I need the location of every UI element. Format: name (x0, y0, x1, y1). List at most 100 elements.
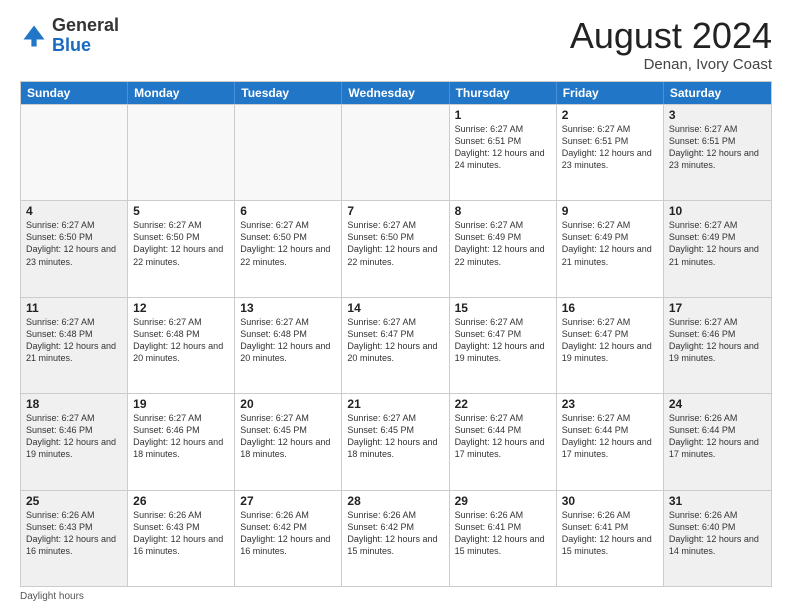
cell-content: Sunrise: 6:27 AM Sunset: 6:47 PM Dayligh… (347, 316, 443, 365)
day-cell-18: 18Sunrise: 6:27 AM Sunset: 6:46 PM Dayli… (21, 394, 128, 489)
day-cell-25: 25Sunrise: 6:26 AM Sunset: 6:43 PM Dayli… (21, 491, 128, 586)
daylight-label: Daylight hours (20, 591, 84, 602)
day-number: 10 (669, 204, 766, 218)
cell-content: Sunrise: 6:27 AM Sunset: 6:46 PM Dayligh… (669, 316, 766, 365)
logo-icon (20, 22, 48, 50)
day-cell-10: 10Sunrise: 6:27 AM Sunset: 6:49 PM Dayli… (664, 201, 771, 296)
day-number: 26 (133, 494, 229, 508)
cell-content: Sunrise: 6:27 AM Sunset: 6:46 PM Dayligh… (26, 412, 122, 461)
cell-content: Sunrise: 6:26 AM Sunset: 6:41 PM Dayligh… (562, 509, 658, 558)
logo-blue: Blue (52, 35, 91, 55)
day-cell-7: 7Sunrise: 6:27 AM Sunset: 6:50 PM Daylig… (342, 201, 449, 296)
cell-content: Sunrise: 6:26 AM Sunset: 6:43 PM Dayligh… (26, 509, 122, 558)
day-number: 20 (240, 397, 336, 411)
day-number: 2 (562, 108, 658, 122)
header-day-wednesday: Wednesday (342, 82, 449, 104)
cell-content: Sunrise: 6:27 AM Sunset: 6:51 PM Dayligh… (455, 123, 551, 172)
header-day-tuesday: Tuesday (235, 82, 342, 104)
day-cell-4: 4Sunrise: 6:27 AM Sunset: 6:50 PM Daylig… (21, 201, 128, 296)
cell-content: Sunrise: 6:27 AM Sunset: 6:50 PM Dayligh… (240, 219, 336, 268)
day-cell-23: 23Sunrise: 6:27 AM Sunset: 6:44 PM Dayli… (557, 394, 664, 489)
day-number: 14 (347, 301, 443, 315)
day-cell-31: 31Sunrise: 6:26 AM Sunset: 6:40 PM Dayli… (664, 491, 771, 586)
day-number: 12 (133, 301, 229, 315)
day-cell-26: 26Sunrise: 6:26 AM Sunset: 6:43 PM Dayli… (128, 491, 235, 586)
day-cell-29: 29Sunrise: 6:26 AM Sunset: 6:41 PM Dayli… (450, 491, 557, 586)
day-number: 27 (240, 494, 336, 508)
calendar-header: SundayMondayTuesdayWednesdayThursdayFrid… (21, 82, 771, 104)
cell-content: Sunrise: 6:27 AM Sunset: 6:48 PM Dayligh… (240, 316, 336, 365)
day-number: 28 (347, 494, 443, 508)
day-cell-20: 20Sunrise: 6:27 AM Sunset: 6:45 PM Dayli… (235, 394, 342, 489)
day-cell-2: 2Sunrise: 6:27 AM Sunset: 6:51 PM Daylig… (557, 105, 664, 200)
page: General Blue August 2024 Denan, Ivory Co… (0, 0, 792, 612)
day-number: 18 (26, 397, 122, 411)
cell-content: Sunrise: 6:27 AM Sunset: 6:49 PM Dayligh… (562, 219, 658, 268)
day-cell-1: 1Sunrise: 6:27 AM Sunset: 6:51 PM Daylig… (450, 105, 557, 200)
cell-content: Sunrise: 6:27 AM Sunset: 6:50 PM Dayligh… (26, 219, 122, 268)
day-number: 1 (455, 108, 551, 122)
day-cell-22: 22Sunrise: 6:27 AM Sunset: 6:44 PM Dayli… (450, 394, 557, 489)
calendar-body: 1Sunrise: 6:27 AM Sunset: 6:51 PM Daylig… (21, 104, 771, 586)
cell-content: Sunrise: 6:27 AM Sunset: 6:50 PM Dayligh… (133, 219, 229, 268)
cell-content: Sunrise: 6:27 AM Sunset: 6:46 PM Dayligh… (133, 412, 229, 461)
week-row-2: 11 Sunrise: 6:27 AM Sunset: 6:48 PM Dayli… (21, 297, 771, 393)
cell-content: Sunrise: 6:26 AM Sunset: 6:40 PM Dayligh… (669, 509, 766, 558)
day-cell-27: 27Sunrise: 6:26 AM Sunset: 6:42 PM Dayli… (235, 491, 342, 586)
cell-content: Sunrise: 6:27 AM Sunset: 6:44 PM Dayligh… (562, 412, 658, 461)
cell-content: Sunrise: 6:26 AM Sunset: 6:41 PM Dayligh… (455, 509, 551, 558)
day-number: 11 (26, 301, 122, 315)
day-number: 29 (455, 494, 551, 508)
day-cell-19: 19Sunrise: 6:27 AM Sunset: 6:46 PM Dayli… (128, 394, 235, 489)
day-cell-12: 12Sunrise: 6:27 AM Sunset: 6:48 PM Dayli… (128, 298, 235, 393)
day-number: 30 (562, 494, 658, 508)
header-day-sunday: Sunday (21, 82, 128, 104)
header-day-friday: Friday (557, 82, 664, 104)
day-number: 6 (240, 204, 336, 218)
header: General Blue August 2024 Denan, Ivory Co… (20, 16, 772, 73)
day-number: 9 (562, 204, 658, 218)
cell-content: Sunrise: 6:27 AM Sunset: 6:47 PM Dayligh… (562, 316, 658, 365)
week-row-1: 4Sunrise: 6:27 AM Sunset: 6:50 PM Daylig… (21, 200, 771, 296)
cell-content: Sunrise: 6:27 AM Sunset: 6:45 PM Dayligh… (240, 412, 336, 461)
cell-content: Sunrise: 6:27 AM Sunset: 6:44 PM Dayligh… (455, 412, 551, 461)
empty-cell (21, 105, 128, 200)
empty-cell (235, 105, 342, 200)
day-cell-30: 30Sunrise: 6:26 AM Sunset: 6:41 PM Dayli… (557, 491, 664, 586)
day-cell-3: 3Sunrise: 6:27 AM Sunset: 6:51 PM Daylig… (664, 105, 771, 200)
day-number: 25 (26, 494, 122, 508)
title-area: August 2024 Denan, Ivory Coast (570, 16, 772, 73)
day-number: 3 (669, 108, 766, 122)
day-number: 13 (240, 301, 336, 315)
day-cell-17: 17Sunrise: 6:27 AM Sunset: 6:46 PM Dayli… (664, 298, 771, 393)
cell-content: Sunrise: 6:27 AM Sunset: 6:49 PM Dayligh… (455, 219, 551, 268)
day-number: 21 (347, 397, 443, 411)
header-day-thursday: Thursday (450, 82, 557, 104)
day-number: 7 (347, 204, 443, 218)
day-cell-11: 11Sunrise: 6:27 AM Sunset: 6:48 PM Dayli… (21, 298, 128, 393)
day-cell-16: 16Sunrise: 6:27 AM Sunset: 6:47 PM Dayli… (557, 298, 664, 393)
day-cell-28: 28Sunrise: 6:26 AM Sunset: 6:42 PM Dayli… (342, 491, 449, 586)
week-row-4: 25Sunrise: 6:26 AM Sunset: 6:43 PM Dayli… (21, 490, 771, 586)
footer: Daylight hours (20, 591, 772, 602)
day-number: 24 (669, 397, 766, 411)
day-number: 23 (562, 397, 658, 411)
cell-content: Sunrise: 6:27 AM Sunset: 6:51 PM Dayligh… (562, 123, 658, 172)
day-cell-24: 24Sunrise: 6:26 AM Sunset: 6:44 PM Dayli… (664, 394, 771, 489)
day-number: 22 (455, 397, 551, 411)
cell-content: Sunrise: 6:26 AM Sunset: 6:42 PM Dayligh… (347, 509, 443, 558)
day-number: 5 (133, 204, 229, 218)
empty-cell (128, 105, 235, 200)
logo: General Blue (20, 16, 119, 56)
empty-cell (342, 105, 449, 200)
day-cell-6: 6Sunrise: 6:27 AM Sunset: 6:50 PM Daylig… (235, 201, 342, 296)
cell-content: Sunrise: 6:27 AM Sunset: 6:49 PM Dayligh… (669, 219, 766, 268)
day-cell-8: 8Sunrise: 6:27 AM Sunset: 6:49 PM Daylig… (450, 201, 557, 296)
day-number: 16 (562, 301, 658, 315)
week-row-0: 1Sunrise: 6:27 AM Sunset: 6:51 PM Daylig… (21, 104, 771, 200)
cell-content: Sunrise: 6:27 AM Sunset: 6:50 PM Dayligh… (347, 219, 443, 268)
cell-content: Sunrise: 6:27 AM Sunset: 6:51 PM Dayligh… (669, 123, 766, 172)
day-number: 31 (669, 494, 766, 508)
cell-content: Sunrise: 6:26 AM Sunset: 6:42 PM Dayligh… (240, 509, 336, 558)
cell-content: Sunrise: 6:26 AM Sunset: 6:43 PM Dayligh… (133, 509, 229, 558)
